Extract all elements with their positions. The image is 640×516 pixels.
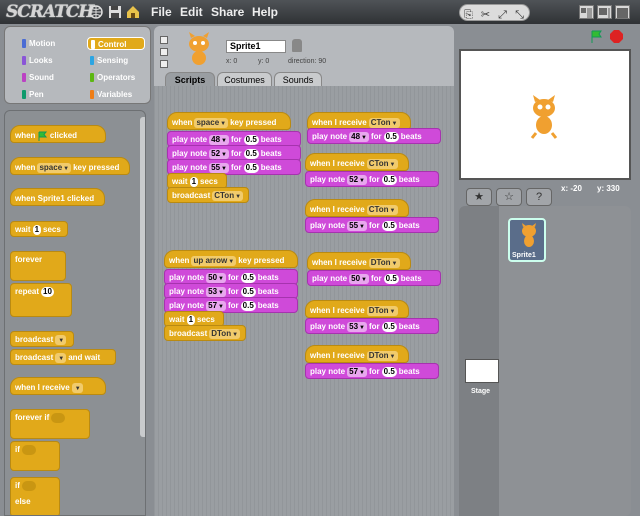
category-operators[interactable]: Operators <box>87 71 145 84</box>
duplicate-icon[interactable]: ⎘ <box>460 8 477 23</box>
sprite-name-field[interactable]: Sprite1 <box>226 40 286 53</box>
sprite-y: y: 0 <box>258 58 270 65</box>
script-when-i-receive[interactable]: when I receive CTon▼ <box>305 153 409 171</box>
menu-help[interactable]: Help <box>252 5 278 19</box>
menu-file[interactable]: File <box>151 5 172 19</box>
palette-broadcast[interactable]: broadcast ▼ <box>10 331 74 347</box>
category-motion[interactable]: Motion <box>19 37 77 50</box>
cat-sprite-icon <box>530 95 558 139</box>
sprite-direction: direction: 90 <box>288 58 327 65</box>
grow-icon[interactable]: ⤢ <box>494 8 511 23</box>
scripts-area[interactable]: when space▼ key pressed play note 48▼ for 0.5… <box>154 86 454 516</box>
rotate-style-icon[interactable] <box>160 36 168 44</box>
script-play-note[interactable]: play note 52▼ for 0.5 beats <box>305 171 439 187</box>
green-flag-icon <box>38 131 47 141</box>
stage-canvas[interactable] <box>459 49 631 180</box>
no-rotate-icon[interactable] <box>160 60 168 68</box>
scratch-window: SCRATCH File Edit Share Help ⎘ ✂ ⤢ ⤡ Motion… <box>0 0 640 516</box>
menu-edit[interactable]: Edit <box>180 5 203 19</box>
script-play-note[interactable]: play note 57▼ for 0.5 beats <box>305 363 439 379</box>
script-when-space-pressed[interactable]: when space▼ key pressed <box>167 112 291 130</box>
share-icon[interactable] <box>126 5 140 19</box>
paint-new-sprite-button[interactable]: ★ <box>466 188 492 206</box>
script-when-i-receive[interactable]: when I receive CTon▼ <box>305 199 409 217</box>
palette-when-i-receive[interactable]: when I receive ▼ <box>10 377 106 395</box>
palette-scrollbar[interactable] <box>140 117 145 437</box>
cat-sprite-icon <box>522 223 536 247</box>
palette-forever[interactable]: forever <box>10 251 66 281</box>
green-flag-icon[interactable] <box>590 29 605 44</box>
sprite-x: x: 0 <box>226 58 238 65</box>
normal-stage-icon[interactable] <box>597 5 612 19</box>
palette-if-else[interactable]: if else <box>10 477 60 515</box>
menu-share[interactable]: Share <box>211 5 244 19</box>
palette-wait-secs[interactable]: wait 1 secs <box>10 221 68 237</box>
save-icon[interactable] <box>108 5 122 19</box>
stage-label: Stage <box>471 388 491 395</box>
stage-thumbnail[interactable] <box>465 359 499 383</box>
cut-icon[interactable]: ✂ <box>477 8 494 23</box>
sprite-list: Stage Sprite1 <box>459 206 631 516</box>
cat-sprite-icon <box>189 32 209 65</box>
script-when-i-receive[interactable]: when I receive DTon▼ <box>305 300 409 318</box>
small-stage-icon[interactable] <box>579 5 594 19</box>
palette-broadcast-and-wait[interactable]: broadcast ▼ and wait <box>10 349 116 365</box>
mouse-x: x: -20 <box>561 184 582 193</box>
script-when-i-receive[interactable]: when I receive DTon▼ <box>307 252 411 270</box>
script-play-note[interactable]: play note 55▼ for 0.5 beats <box>305 217 439 233</box>
category-looks[interactable]: Looks <box>19 54 77 67</box>
flip-style-icon[interactable] <box>160 48 168 56</box>
scratch-logo: SCRATCH <box>6 2 94 22</box>
category-sensing[interactable]: Sensing <box>87 54 145 67</box>
script-play-note[interactable]: play note 53▼ for 0.5 beats <box>305 318 439 334</box>
stage-column: Stage <box>459 206 499 516</box>
script-when-i-receive[interactable]: when I receive DTon▼ <box>305 345 409 363</box>
mouse-y: y: 330 <box>597 184 620 193</box>
palette-if[interactable]: if <box>10 441 60 471</box>
palette-when-flag-clicked[interactable]: when clicked <box>10 125 106 143</box>
category-pen[interactable]: Pen <box>19 88 77 101</box>
palette-when-sprite-clicked[interactable]: when Sprite1 clicked <box>10 188 105 206</box>
category-variables[interactable]: Variables <box>87 88 145 101</box>
choose-new-sprite-button[interactable]: ☆ <box>496 188 522 206</box>
category-control[interactable]: Control <box>87 37 145 50</box>
script-play-note[interactable]: play note 48▼ for 0.5 beats <box>307 128 441 144</box>
random-sprite-button[interactable]: ? <box>526 188 552 206</box>
category-panel: Motion Control Looks Sensing Sound Opera… <box>4 26 151 104</box>
palette-when-key-pressed[interactable]: when space▼ key pressed <box>10 157 130 175</box>
tab-costumes[interactable]: Costumes <box>217 72 272 86</box>
tab-sounds[interactable]: Sounds <box>274 72 322 86</box>
palette-forever-if[interactable]: forever if <box>10 409 90 439</box>
script-broadcast[interactable]: broadcast CTon▼ <box>167 187 249 203</box>
lock-icon[interactable] <box>292 39 302 52</box>
script-when-up-arrow-pressed[interactable]: when up arrow▼ key pressed <box>164 250 298 268</box>
script-play-note[interactable]: play note 50▼ for 0.5 beats <box>307 270 441 286</box>
category-sound[interactable]: Sound <box>19 71 77 84</box>
tab-scripts[interactable]: Scripts <box>165 72 215 86</box>
sprite-thumb-label: Sprite1 <box>512 252 536 259</box>
sprite-tools: ⎘ ✂ ⤢ ⤡ <box>459 4 530 21</box>
stop-icon[interactable] <box>609 29 624 44</box>
presentation-icon[interactable] <box>615 5 630 19</box>
palette-repeat[interactable]: repeat 10 <box>10 283 72 317</box>
block-palette: when clicked when space▼ key pressed when … <box>4 110 146 516</box>
top-bar: SCRATCH File Edit Share Help ⎘ ✂ ⤢ ⤡ <box>0 0 640 24</box>
globe-icon[interactable] <box>89 5 103 19</box>
shrink-icon[interactable]: ⤡ <box>511 8 528 23</box>
script-broadcast[interactable]: broadcast DTon▼ <box>164 325 246 341</box>
sprite-thumbnail[interactable]: Sprite1 <box>508 218 546 262</box>
